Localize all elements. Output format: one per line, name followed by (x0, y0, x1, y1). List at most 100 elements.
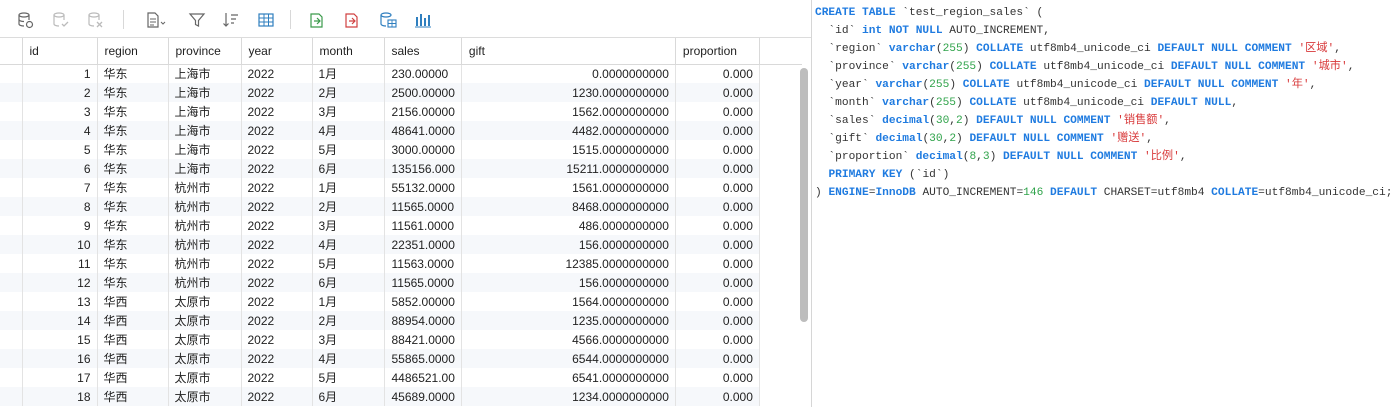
cell-id[interactable]: 11 (22, 254, 98, 273)
cell-proportion[interactable]: 0.000 (675, 235, 760, 254)
cell-province[interactable]: 上海市 (168, 102, 242, 121)
table-row[interactable]: 1 华东 上海市 2022 1月 230.00000 0.0000000000 0.000 (0, 64, 803, 83)
cell-region[interactable]: 华西 (97, 368, 169, 387)
cell-sales[interactable]: 88954.0000 (384, 311, 462, 330)
cell-year[interactable]: 2022 (241, 235, 313, 254)
row-indicator[interactable] (0, 197, 23, 216)
cell-proportion[interactable]: 0.000 (675, 330, 760, 349)
row-indicator[interactable] (0, 235, 23, 254)
cell-year[interactable]: 2022 (241, 368, 313, 387)
table-row[interactable]: 2 华东 上海市 2022 2月 2500.00000 1230.0000000000 0.0… (0, 83, 803, 102)
database-table-icon[interactable] (377, 9, 399, 31)
row-indicator[interactable] (0, 216, 23, 235)
save-data-icon[interactable] (49, 9, 71, 31)
cell-month[interactable]: 2月 (312, 83, 385, 102)
column-header-sales[interactable]: sales (384, 38, 462, 65)
discard-changes-icon[interactable] (84, 9, 106, 31)
cell-region[interactable]: 华西 (97, 349, 169, 368)
column-header-proportion[interactable]: proportion (675, 38, 760, 65)
filter-icon[interactable] (186, 9, 208, 31)
row-indicator[interactable] (0, 178, 23, 197)
cell-region[interactable]: 华东 (97, 102, 169, 121)
table-row[interactable]: 5 华东 上海市 2022 5月 3000.00000 1515.0000000000 0.0… (0, 140, 803, 159)
cell-proportion[interactable]: 0.000 (675, 292, 760, 311)
cell-year[interactable]: 2022 (241, 64, 313, 83)
cell-id[interactable]: 5 (22, 140, 98, 159)
row-indicator[interactable] (0, 387, 23, 406)
cell-region[interactable]: 华东 (97, 197, 169, 216)
cell-province[interactable]: 杭州市 (168, 254, 242, 273)
cell-sales[interactable]: 230.00000 (384, 64, 462, 83)
cell-province[interactable]: 杭州市 (168, 216, 242, 235)
cell-sales[interactable]: 88421.0000 (384, 330, 462, 349)
cell-year[interactable]: 2022 (241, 273, 313, 292)
cell-id[interactable]: 7 (22, 178, 98, 197)
cell-gift[interactable]: 156.0000000000 (461, 235, 676, 254)
row-indicator[interactable] (0, 254, 23, 273)
cell-month[interactable]: 2月 (312, 197, 385, 216)
cell-proportion[interactable]: 0.000 (675, 159, 760, 178)
cell-id[interactable]: 6 (22, 159, 98, 178)
row-indicator[interactable] (0, 311, 23, 330)
cell-id[interactable]: 9 (22, 216, 98, 235)
cell-region[interactable]: 华西 (97, 330, 169, 349)
cell-sales[interactable]: 11561.0000 (384, 216, 462, 235)
row-indicator[interactable] (0, 273, 23, 292)
cell-gift[interactable]: 8468.0000000000 (461, 197, 676, 216)
cell-year[interactable]: 2022 (241, 387, 313, 406)
grid-view-icon[interactable] (255, 9, 277, 31)
cell-gift[interactable]: 4566.0000000000 (461, 330, 676, 349)
cell-year[interactable]: 2022 (241, 254, 313, 273)
cell-proportion[interactable]: 0.000 (675, 121, 760, 140)
cell-month[interactable]: 1月 (312, 178, 385, 197)
row-indicator[interactable] (0, 368, 23, 387)
cell-year[interactable]: 2022 (241, 159, 313, 178)
row-indicator[interactable] (0, 330, 23, 349)
row-indicator[interactable] (0, 121, 23, 140)
cell-proportion[interactable]: 0.000 (675, 254, 760, 273)
column-header-province[interactable]: province (168, 38, 242, 65)
cell-gift[interactable]: 0.0000000000 (461, 64, 676, 83)
table-row[interactable]: 16 华西 太原市 2022 4月 55865.0000 6544.0000000000 0.… (0, 349, 803, 368)
cell-province[interactable]: 杭州市 (168, 235, 242, 254)
cell-province[interactable]: 太原市 (168, 330, 242, 349)
cell-gift[interactable]: 486.0000000000 (461, 216, 676, 235)
cell-proportion[interactable]: 0.000 (675, 368, 760, 387)
cell-province[interactable]: 太原市 (168, 387, 242, 406)
cell-month[interactable]: 3月 (312, 102, 385, 121)
cell-region[interactable]: 华东 (97, 216, 169, 235)
cell-province[interactable]: 杭州市 (168, 197, 242, 216)
cell-proportion[interactable]: 0.000 (675, 387, 760, 406)
cell-id[interactable]: 13 (22, 292, 98, 311)
cell-sales[interactable]: 3000.00000 (384, 140, 462, 159)
cell-month[interactable]: 4月 (312, 235, 385, 254)
cell-id[interactable]: 1 (22, 64, 98, 83)
cell-region[interactable]: 华东 (97, 273, 169, 292)
cell-proportion[interactable]: 0.000 (675, 349, 760, 368)
cell-sales[interactable]: 22351.0000 (384, 235, 462, 254)
column-header-gift[interactable]: gift (461, 38, 676, 65)
cell-region[interactable]: 华西 (97, 311, 169, 330)
cell-year[interactable]: 2022 (241, 349, 313, 368)
cell-proportion[interactable]: 0.000 (675, 140, 760, 159)
cell-proportion[interactable]: 0.000 (675, 64, 760, 83)
cell-proportion[interactable]: 0.000 (675, 216, 760, 235)
cell-sales[interactable]: 4486521.00 (384, 368, 462, 387)
cell-province[interactable]: 太原市 (168, 311, 242, 330)
cell-gift[interactable]: 6544.0000000000 (461, 349, 676, 368)
export-menu-icon[interactable] (143, 9, 169, 31)
column-header-id[interactable]: id (22, 38, 98, 65)
cell-province[interactable]: 太原市 (168, 292, 242, 311)
cell-province[interactable]: 太原市 (168, 349, 242, 368)
cell-id[interactable]: 16 (22, 349, 98, 368)
cell-year[interactable]: 2022 (241, 197, 313, 216)
import-icon[interactable] (306, 9, 328, 31)
row-indicator[interactable] (0, 292, 23, 311)
table-row[interactable]: 13 华西 太原市 2022 1月 5852.00000 1564.0000000000 0.… (0, 292, 803, 311)
cell-gift[interactable]: 15211.0000000000 (461, 159, 676, 178)
cell-province[interactable]: 上海市 (168, 159, 242, 178)
cell-year[interactable]: 2022 (241, 140, 313, 159)
row-indicator[interactable] (0, 140, 23, 159)
cell-gift[interactable]: 156.0000000000 (461, 273, 676, 292)
table-row[interactable]: 15 华西 太原市 2022 3月 88421.0000 4566.0000000000 0.… (0, 330, 803, 349)
